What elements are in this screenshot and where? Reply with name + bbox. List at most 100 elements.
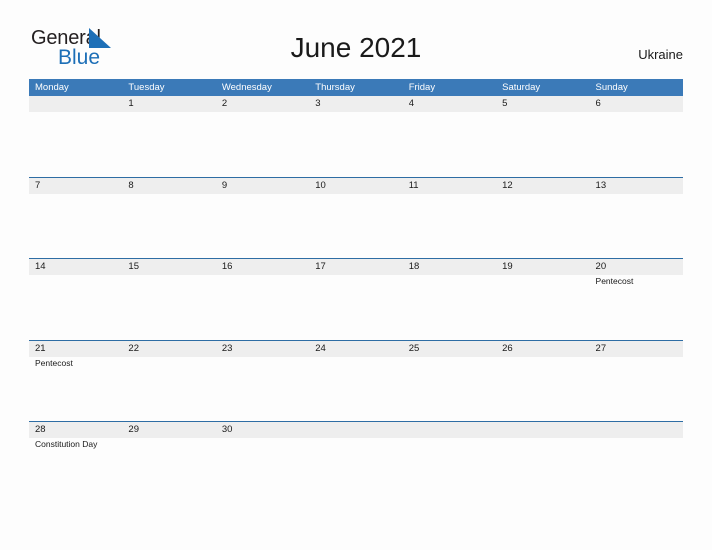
weekday-header-wednesday: Wednesday bbox=[221, 82, 272, 93]
page-header: General Blue June 2021 Ukraine bbox=[0, 0, 712, 76]
day-cell[interactable]: 1 bbox=[122, 96, 215, 177]
day-number: 29 bbox=[128, 424, 139, 435]
day-number: 14 bbox=[35, 261, 46, 272]
day-cell[interactable]: 20 Pentecost bbox=[590, 259, 683, 340]
day-number bbox=[502, 422, 589, 438]
holiday-label: Pentecost bbox=[595, 276, 634, 286]
day-number: 6 bbox=[595, 98, 601, 109]
day-number: 23 bbox=[221, 342, 233, 354]
week-cells: 1 2 3 4 5 6 bbox=[29, 96, 683, 177]
day-cell[interactable]: 6 bbox=[590, 96, 683, 177]
day-number: 12 bbox=[502, 179, 513, 191]
day-number: 26 bbox=[502, 342, 513, 354]
day-cell-empty bbox=[590, 422, 683, 503]
holiday-label: Constitution Day bbox=[35, 439, 98, 449]
calendar-week-row: 21 Pentecost 22 23 24 25 26 27 bbox=[29, 339, 683, 422]
day-cell[interactable]: 19 bbox=[496, 259, 589, 340]
day-cell-empty bbox=[403, 422, 496, 503]
holiday-label: Pentecost bbox=[35, 357, 73, 368]
day-number: 13 bbox=[595, 179, 607, 191]
day-number: 8 bbox=[128, 179, 134, 191]
day-cell[interactable]: 17 bbox=[309, 259, 402, 340]
day-number: 9 bbox=[221, 179, 228, 191]
day-cell[interactable]: 25 bbox=[403, 341, 496, 422]
day-cell[interactable]: 14 bbox=[29, 259, 122, 340]
day-number bbox=[35, 96, 122, 112]
day-cell-empty bbox=[309, 422, 402, 503]
day-cell-empty bbox=[496, 422, 589, 503]
day-number: 2 bbox=[221, 98, 228, 109]
day-number bbox=[409, 422, 496, 438]
day-number: 4 bbox=[408, 98, 414, 109]
day-number: 25 bbox=[408, 342, 420, 354]
day-cell[interactable]: 3 bbox=[309, 96, 402, 177]
calendar-week-row: 7 8 9 10 11 12 13 bbox=[29, 176, 683, 259]
day-cell[interactable]: 4 bbox=[403, 96, 496, 177]
day-cell-empty bbox=[29, 96, 122, 177]
day-cell[interactable]: 23 bbox=[216, 341, 309, 422]
day-number: 3 bbox=[315, 98, 321, 109]
day-number: 16 bbox=[221, 261, 233, 272]
day-cell[interactable]: 2 bbox=[216, 96, 309, 177]
country-label: Ukraine bbox=[638, 47, 683, 62]
day-number: 1 bbox=[128, 98, 134, 109]
day-number bbox=[315, 422, 402, 438]
calendar-page: General Blue June 2021 Ukraine Monday Tu… bbox=[0, 0, 712, 550]
day-events: Constitution Day bbox=[35, 438, 122, 450]
day-cell[interactable]: 27 bbox=[590, 341, 683, 422]
day-cell[interactable]: 28 Constitution Day bbox=[29, 422, 122, 503]
week-cells: 28 Constitution Day 29 30 bbox=[29, 422, 683, 503]
weekday-header-tuesday: Tuesday bbox=[128, 82, 165, 93]
day-cell[interactable]: 15 bbox=[122, 259, 215, 340]
day-cell[interactable]: 8 bbox=[122, 178, 215, 259]
weekday-header-saturday: Saturday bbox=[502, 82, 541, 93]
day-cell[interactable]: 22 bbox=[122, 341, 215, 422]
day-number: 19 bbox=[502, 261, 513, 272]
day-number: 17 bbox=[315, 261, 326, 272]
day-cell[interactable]: 29 bbox=[122, 422, 215, 503]
weekday-header-friday: Friday bbox=[408, 82, 436, 93]
day-number: 27 bbox=[595, 342, 607, 354]
day-cell[interactable]: 26 bbox=[496, 341, 589, 422]
day-number: 18 bbox=[408, 261, 420, 272]
day-number: 22 bbox=[128, 342, 139, 354]
day-number: 20 bbox=[595, 261, 607, 272]
day-cell[interactable]: 13 bbox=[590, 178, 683, 259]
day-cell[interactable]: 12 bbox=[496, 178, 589, 259]
weekday-header-row: Monday Tuesday Wednesday Thursday Friday… bbox=[29, 79, 683, 96]
day-events: Pentecost bbox=[35, 357, 122, 369]
day-number: 5 bbox=[502, 98, 508, 109]
day-number: 21 bbox=[35, 342, 46, 354]
day-number: 30 bbox=[221, 424, 233, 435]
day-cell[interactable]: 7 bbox=[29, 178, 122, 259]
day-cell[interactable]: 21 Pentecost bbox=[29, 341, 122, 422]
calendar-grid: Monday Tuesday Wednesday Thursday Friday… bbox=[29, 79, 683, 503]
day-cell[interactable]: 16 bbox=[216, 259, 309, 340]
day-number: 7 bbox=[35, 179, 41, 191]
day-cell[interactable]: 30 bbox=[216, 422, 309, 503]
day-number: 28 bbox=[35, 424, 46, 435]
calendar-week-row: 28 Constitution Day 29 30 bbox=[29, 421, 683, 503]
calendar-weeks: 1 2 3 4 5 6 7 8 9 10 11 12 13 14 15 16 17 18 19 20 Pentecost… bbox=[29, 96, 683, 503]
day-number: 11 bbox=[408, 179, 419, 191]
calendar-week-row: 1 2 3 4 5 6 bbox=[29, 96, 683, 177]
day-number: 24 bbox=[315, 342, 326, 354]
day-cell[interactable]: 9 bbox=[216, 178, 309, 259]
day-events: Pentecost bbox=[596, 275, 683, 287]
week-cells: 14 15 16 17 18 19 20 Pentecost bbox=[29, 259, 683, 340]
day-cell[interactable]: 10 bbox=[309, 178, 402, 259]
weekday-header-thursday: Thursday bbox=[315, 82, 355, 93]
weekday-header-sunday: Sunday bbox=[595, 82, 628, 93]
day-cell[interactable]: 5 bbox=[496, 96, 589, 177]
day-number bbox=[596, 422, 683, 438]
day-cell[interactable]: 18 bbox=[403, 259, 496, 340]
calendar-week-row: 14 15 16 17 18 19 20 Pentecost bbox=[29, 258, 683, 340]
day-number: 15 bbox=[128, 261, 139, 272]
day-cell[interactable]: 24 bbox=[309, 341, 402, 422]
day-cell[interactable]: 11 bbox=[403, 178, 496, 259]
week-cells: 21 Pentecost 22 23 24 25 26 27 bbox=[29, 341, 683, 422]
page-title: June 2021 bbox=[290, 32, 422, 63]
week-cells: 7 8 9 10 11 12 13 bbox=[29, 178, 683, 259]
weekday-header-monday: Monday bbox=[35, 82, 69, 93]
day-number: 10 bbox=[315, 179, 326, 191]
